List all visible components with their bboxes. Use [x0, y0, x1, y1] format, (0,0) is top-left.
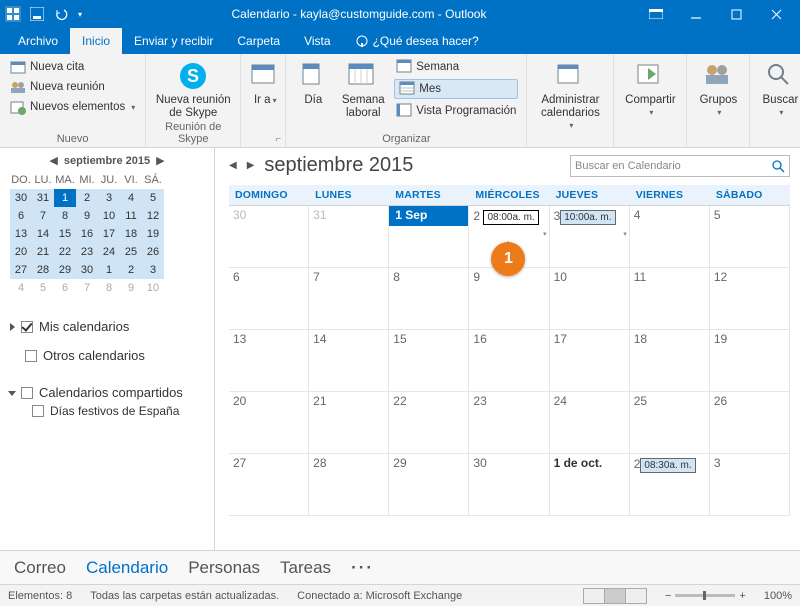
- grupos-button[interactable]: Grupos▾: [695, 58, 741, 118]
- dias-festivos-node[interactable]: Días festivos de España: [10, 404, 204, 418]
- tell-me[interactable]: ¿Qué desea hacer?: [343, 28, 491, 54]
- navigation-bar: Correo Calendario Personas Tareas ···: [0, 550, 800, 584]
- svg-text:S: S: [187, 66, 199, 86]
- nav-tareas[interactable]: Tareas: [280, 558, 331, 578]
- mis-calendarios-node[interactable]: Mis calendarios: [10, 315, 204, 338]
- nav-correo[interactable]: Correo: [14, 558, 66, 578]
- ribbon-display-button[interactable]: [636, 0, 676, 28]
- ribbon-tabs: Archivo Inicio Enviar y recibir Carpeta …: [0, 28, 800, 54]
- mini-calendar[interactable]: ◀ septiembre 2015 ▶ DO.LU.MA.MI.JU.VI.SÁ…: [10, 154, 204, 297]
- ir-a-button[interactable]: Ir a▾: [249, 58, 281, 106]
- ribbon-group-nuevo: Nueva cita Nueva reunión Nuevos elemento…: [0, 54, 146, 147]
- ribbon-group-label: Reunión de Skype: [154, 119, 232, 145]
- nuevos-elementos-button[interactable]: Nuevos elementos▾: [8, 98, 137, 116]
- tab-inicio[interactable]: Inicio: [70, 28, 122, 54]
- oct-1-label: 1 de oct.: [554, 456, 603, 470]
- buscar-button[interactable]: Buscar▾: [758, 58, 800, 118]
- status-bar: Elementos: 8 Todas las carpetas están ac…: [0, 584, 800, 606]
- semana-laboral-button[interactable]: Semana laboral: [338, 58, 388, 120]
- cal-next-icon[interactable]: ▶: [247, 160, 255, 171]
- calendar-grid[interactable]: 30 31 1 Sep 2 08:00a. m. ▾ 1 310:00a. m.…: [229, 205, 790, 516]
- app-icon: [4, 5, 22, 23]
- calendarios-compartidos-node[interactable]: Calendarios compartidos: [10, 381, 204, 404]
- appointment-oct-2[interactable]: 08:30a. m.: [640, 458, 695, 473]
- undo-icon[interactable]: [52, 5, 70, 23]
- content: ◀ septiembre 2015 ▶ DO.LU.MA.MI.JU.VI.SÁ…: [0, 148, 800, 550]
- mini-prev-icon[interactable]: ◀: [49, 154, 57, 167]
- administrar-calendarios-button[interactable]: Administrar calendarios▾: [535, 58, 605, 131]
- maximize-button[interactable]: [716, 0, 756, 28]
- appointment-sep-2[interactable]: 08:00a. m.: [483, 210, 538, 225]
- nav-personas[interactable]: Personas: [188, 558, 260, 578]
- search-icon: [771, 159, 785, 173]
- calendar-title: septiembre 2015: [264, 154, 560, 177]
- nueva-reunion-button[interactable]: Nueva reunión: [8, 78, 137, 96]
- compartir-button[interactable]: Compartir▾: [622, 58, 678, 118]
- tab-carpeta[interactable]: Carpeta: [225, 28, 292, 54]
- save-icon[interactable]: [28, 5, 46, 23]
- title-bar: ▾ Calendario - kayla@customguide.com - O…: [0, 0, 800, 28]
- ribbon: Nueva cita Nueva reunión Nuevos elemento…: [0, 54, 800, 148]
- sidebar: ◀ septiembre 2015 ▶ DO.LU.MA.MI.JU.VI.SÁ…: [0, 148, 215, 550]
- cal-prev-icon[interactable]: ◀: [229, 160, 237, 171]
- nav-calendario[interactable]: Calendario: [86, 558, 168, 578]
- minimize-button[interactable]: [676, 0, 716, 28]
- day-cell-sep-2[interactable]: 2 08:00a. m. ▾ 1: [469, 206, 549, 268]
- calendar-tree: Mis calendarios Otros calendarios Calend…: [10, 315, 204, 418]
- mes-button[interactable]: Mes: [394, 79, 518, 99]
- tab-enviar-recibir[interactable]: Enviar y recibir: [122, 28, 225, 54]
- mini-next-icon[interactable]: ▶: [156, 154, 164, 167]
- calendar-search-input[interactable]: Buscar en Calendario: [570, 155, 790, 177]
- appointment-sep-3[interactable]: 10:00a. m.: [560, 210, 615, 225]
- ribbon-group-label: Nuevo: [8, 131, 137, 145]
- calendar-weekday-header: DOMINGOLUNESMARTESMIÉRCOLESJUEVESVIERNES…: [229, 185, 790, 205]
- mini-cal-title: septiembre 2015: [64, 155, 150, 167]
- tell-me-label: ¿Qué desea hacer?: [373, 34, 479, 48]
- window-title: Calendario - kayla@customguide.com - Out…: [82, 7, 636, 21]
- skype-meeting-button[interactable]: S Nueva reunión de Skype: [154, 58, 232, 119]
- vista-programacion-button[interactable]: Vista Programación: [394, 102, 518, 120]
- calendar-main: ◀ ▶ septiembre 2015 Buscar en Calendario…: [215, 148, 800, 550]
- otros-calendarios-node[interactable]: Otros calendarios: [10, 344, 204, 367]
- ribbon-group-label: Organizar: [294, 131, 518, 145]
- nueva-cita-button[interactable]: Nueva cita: [8, 58, 137, 76]
- nav-more-icon[interactable]: ···: [351, 558, 374, 578]
- tab-vista[interactable]: Vista: [292, 28, 342, 54]
- today-label: 1 Sep: [389, 206, 468, 226]
- dia-button[interactable]: Día: [294, 58, 332, 120]
- view-switcher[interactable]: [584, 588, 647, 604]
- semana-button[interactable]: Semana: [394, 58, 518, 76]
- tab-archivo[interactable]: Archivo: [6, 28, 70, 54]
- close-button[interactable]: [756, 0, 796, 28]
